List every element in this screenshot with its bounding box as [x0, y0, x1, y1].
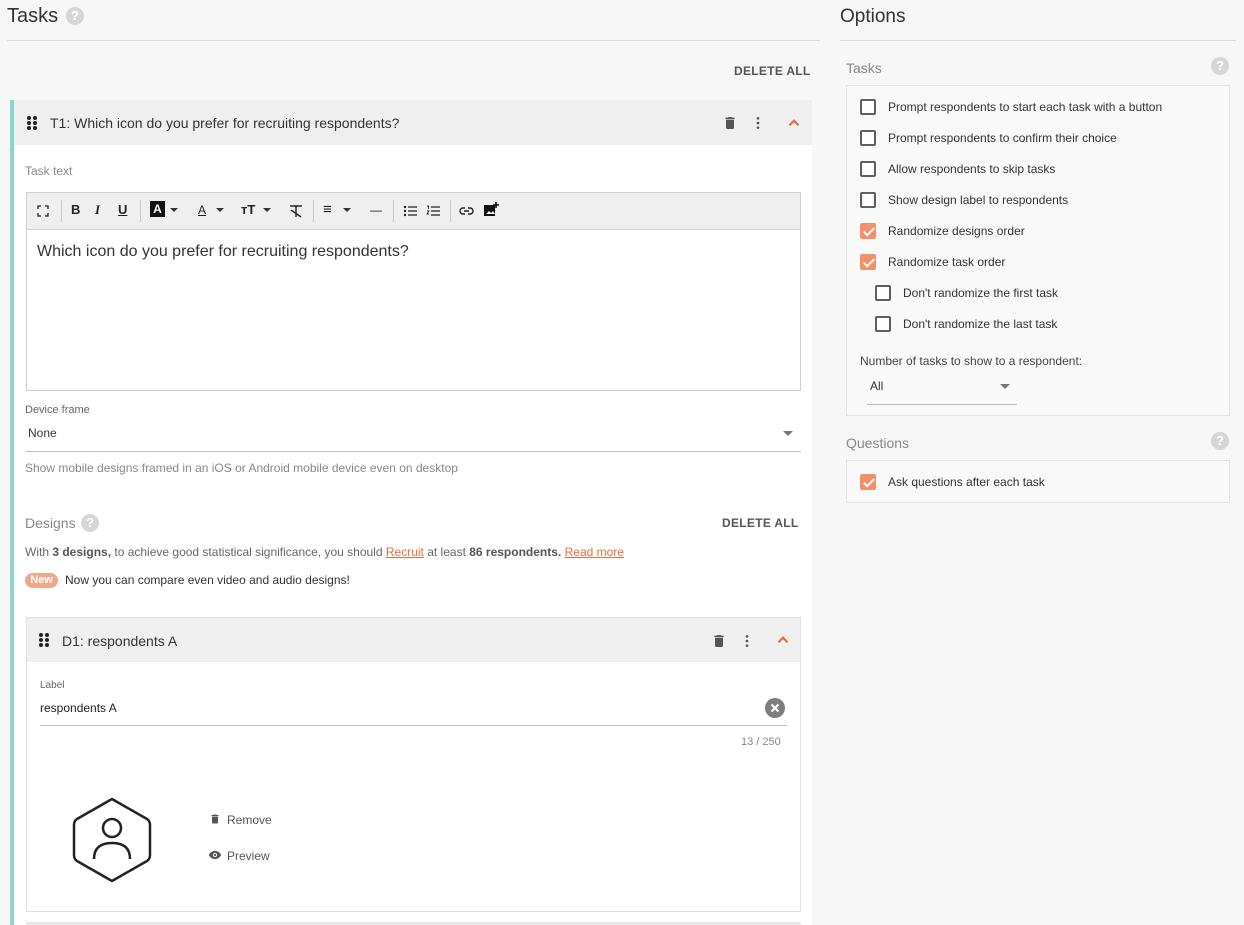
horizontal-line-button[interactable]: —	[370, 201, 382, 219]
more-vert-icon[interactable]	[739, 633, 755, 649]
new-feature-text: Now you can compare even video and audio…	[65, 573, 350, 587]
editor-content[interactable]: Which icon do you prefer for recruiting …	[37, 243, 409, 261]
delete-all-designs-button[interactable]: DELETE ALL	[722, 516, 799, 530]
checkbox[interactable]	[860, 130, 876, 146]
clear-format-icon[interactable]	[289, 204, 303, 218]
label-input[interactable]: respondents A	[40, 701, 117, 715]
fullscreen-icon[interactable]	[37, 205, 49, 217]
select-underline	[26, 451, 801, 452]
underline-button[interactable]: U	[118, 201, 127, 219]
chevron-up-icon[interactable]	[784, 114, 804, 132]
options-questions-title: Questions	[846, 435, 910, 451]
char-counter: 13 / 250	[741, 736, 781, 748]
divider	[840, 40, 1236, 41]
checkbox[interactable]	[860, 99, 876, 115]
checkbox[interactable]	[875, 316, 891, 332]
checkbox-checked[interactable]	[860, 254, 876, 270]
designs-info: With 3 designs, to achieve good statisti…	[25, 545, 624, 559]
option-label: Randomize designs order	[888, 224, 1025, 238]
tasks-options-panel: Prompt respondents to start each task wi…	[846, 85, 1230, 416]
dropdown-icon[interactable]	[216, 208, 224, 212]
align-button[interactable]: ≡	[323, 201, 332, 219]
num-tasks-label: Number of tasks to show to a respondent:	[860, 354, 1083, 368]
checkbox[interactable]	[860, 192, 876, 208]
drag-handle-icon[interactable]	[27, 116, 37, 130]
design-title: D1: respondents A	[62, 633, 178, 649]
device-frame-hint: Show mobile designs framed in an iOS or …	[25, 461, 458, 475]
option-label: Don't randomize the last task	[903, 317, 1058, 331]
trash-icon[interactable]	[711, 633, 727, 649]
tasks-title: Tasks	[7, 5, 59, 27]
clear-input-icon[interactable]	[765, 698, 785, 718]
designs-title: Designs	[25, 515, 76, 531]
questions-options-panel: Ask questions after each task	[846, 460, 1230, 503]
more-vert-icon[interactable]	[750, 115, 766, 131]
option-label: Randomize task order	[888, 255, 1006, 269]
insert-image-icon[interactable]	[483, 202, 499, 218]
device-frame-select[interactable]: None	[28, 426, 57, 440]
drag-handle-icon[interactable]	[39, 633, 49, 647]
italic-button[interactable]: I	[95, 201, 100, 219]
bold-button[interactable]: B	[71, 201, 80, 219]
checkbox[interactable]	[875, 285, 891, 301]
dropdown-arrow-icon[interactable]	[783, 431, 793, 436]
numbered-list-icon[interactable]	[426, 204, 440, 218]
help-icon[interactable]: ?	[1211, 57, 1229, 75]
option-label: Ask questions after each task	[888, 475, 1045, 489]
preview-label: Preview	[227, 849, 270, 863]
user-hexagon-icon	[72, 797, 152, 883]
label-caption: Label	[40, 680, 65, 691]
help-icon[interactable]: ?	[81, 514, 99, 532]
option-label: Show design label to respondents	[888, 193, 1069, 207]
dropdown-icon[interactable]	[343, 208, 351, 212]
link-icon[interactable]	[459, 205, 474, 217]
options-tasks-title: Tasks	[846, 60, 882, 76]
read-more-link[interactable]: Read more	[565, 545, 624, 559]
font-color-button[interactable]: A	[198, 201, 206, 219]
design-card: D1: respondents A Label respondents A 13…	[26, 617, 801, 912]
checkbox-checked[interactable]	[860, 223, 876, 239]
task-header[interactable]: T1: Which icon do you prefer for recruit…	[14, 100, 812, 145]
new-badge: New	[25, 573, 58, 588]
option-label: Don't randomize the first task	[903, 286, 1059, 300]
delete-all-tasks-button[interactable]: DELETE ALL	[734, 64, 811, 78]
num-tasks-select[interactable]: All	[870, 379, 883, 393]
divider	[7, 40, 820, 41]
task-text-label: Task text	[25, 164, 73, 178]
design-header[interactable]: D1: respondents A	[27, 618, 800, 662]
remove-label: Remove	[227, 813, 272, 827]
recruit-link[interactable]: Recruit	[386, 545, 424, 559]
task-title: T1: Which icon do you prefer for recruit…	[50, 115, 400, 131]
options-title: Options	[840, 6, 906, 27]
eye-icon	[208, 850, 222, 860]
option-label: Prompt respondents to confirm their choi…	[888, 131, 1117, 145]
checkbox-checked[interactable]	[860, 474, 876, 490]
trash-icon	[211, 814, 219, 824]
dropdown-icon[interactable]	[263, 208, 271, 212]
dropdown-icon[interactable]	[170, 208, 178, 212]
font-size-button[interactable]: ᴛT	[241, 201, 255, 219]
highlight-color-button[interactable]: A	[150, 201, 165, 217]
dropdown-arrow-icon[interactable]	[1000, 384, 1010, 389]
editor-toolbar: B I U A A ᴛT ≡ —	[27, 193, 800, 230]
chevron-up-icon[interactable]	[773, 631, 793, 649]
bullet-list-icon[interactable]	[403, 204, 417, 218]
trash-icon[interactable]	[722, 115, 738, 131]
option-label: Allow respondents to skip tasks	[888, 162, 1056, 176]
device-frame-label: Device frame	[25, 404, 90, 416]
help-icon[interactable]: ?	[66, 7, 84, 25]
select-underline	[867, 404, 1017, 405]
option-label: Prompt respondents to start each task wi…	[888, 100, 1163, 114]
help-icon[interactable]: ?	[1211, 432, 1229, 450]
input-underline	[40, 725, 787, 726]
rich-text-editor[interactable]: B I U A A ᴛT ≡ — Which icon do you prefe…	[26, 192, 801, 391]
checkbox[interactable]	[860, 161, 876, 177]
